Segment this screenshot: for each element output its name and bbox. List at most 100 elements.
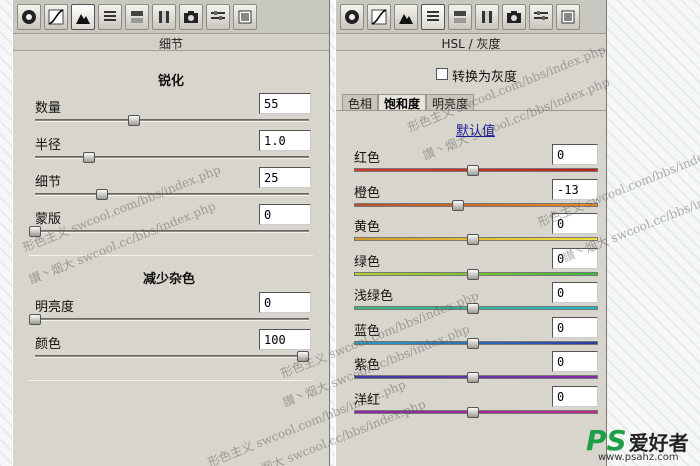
lens-icon (482, 10, 492, 23)
presets-tab-button[interactable] (206, 3, 230, 30)
hsl-tab-button[interactable] (421, 3, 445, 30)
detail-tab-button[interactable] (71, 3, 95, 30)
grayscale-checkbox[interactable] (436, 68, 448, 80)
channel-slider-thumb[interactable] (467, 372, 479, 383)
snapshot-icon (561, 10, 575, 23)
sharpen-slider-track[interactable] (35, 119, 309, 122)
presets-tab-button[interactable] (529, 3, 553, 30)
hsl-tab-button[interactable] (98, 3, 122, 30)
split-tone-tab-button[interactable] (448, 3, 472, 30)
channel-slider-thumb[interactable] (467, 234, 479, 245)
presets-icon (534, 10, 548, 20)
channel-value-field[interactable]: 0 (552, 282, 598, 303)
channel-slider-thumb[interactable] (451, 199, 464, 211)
presets-icon (211, 10, 225, 20)
noise-slider-track[interactable] (35, 355, 309, 358)
camera-icon (184, 10, 198, 23)
snapshot-tab-button[interactable] (233, 3, 257, 30)
sharpen-slider-track[interactable] (35, 193, 309, 196)
sharpen-label: 细节 (35, 175, 62, 190)
noise-slider-track[interactable] (35, 318, 309, 321)
channel-slider-thumb[interactable] (467, 337, 479, 349)
hsl-icon (104, 10, 116, 21)
channel-value-field[interactable]: 0 (552, 213, 598, 234)
sharpen-slider-thumb[interactable] (29, 226, 41, 237)
lens-icon (159, 10, 169, 23)
channel-slider-track[interactable] (354, 202, 598, 207)
channel-label: 黄色 (354, 220, 381, 235)
basic-tab-button[interactable] (17, 3, 41, 30)
hsl-icon (427, 10, 439, 21)
tab-underline (336, 110, 606, 111)
curve-icon (371, 8, 387, 25)
sharpen-value-field[interactable]: 1.0 (259, 130, 311, 151)
sharpen-slider-thumb[interactable] (82, 152, 95, 163)
hsl-panel: HSL / 灰度 转换为灰度 色相 饱和度 明亮度 默认值 红色 0 橙色 -13 黄色… (335, 0, 607, 466)
split-tone-icon (131, 10, 143, 23)
grayscale-label: 转换为灰度 (452, 70, 518, 85)
sharpen-value-field[interactable]: 0 (259, 204, 311, 225)
noise-value-field[interactable]: 0 (259, 292, 311, 313)
channel-slider-thumb[interactable] (467, 303, 479, 314)
sharpen-label: 数量 (35, 101, 62, 116)
noise-value-field[interactable]: 100 (259, 329, 311, 350)
snapshot-tab-button[interactable] (556, 3, 580, 30)
sharpen-value-field[interactable]: 25 (259, 167, 311, 188)
channel-value-field[interactable]: 0 (552, 385, 598, 407)
panel-toolbar (13, 0, 329, 34)
channel-slider-thumb[interactable] (467, 268, 479, 280)
detail-icon (399, 13, 413, 24)
channel-label: 绿色 (354, 254, 381, 270)
channel-slider-thumb[interactable] (467, 406, 479, 418)
aperture-icon (22, 9, 36, 24)
sharpen-slider-thumb[interactable] (96, 189, 108, 200)
basic-tab-button[interactable] (340, 3, 364, 30)
noise-slider-thumb[interactable] (297, 351, 309, 362)
sharpen-value-field[interactable]: 55 (259, 93, 311, 114)
panel-header: HSL / 灰度 (336, 35, 606, 51)
aperture-icon (345, 9, 359, 24)
split-tone-tab-button[interactable] (125, 3, 149, 30)
channel-label: 橙色 (354, 185, 381, 201)
sharpen-slider-track[interactable] (35, 156, 309, 159)
channel-slider-thumb[interactable] (467, 165, 479, 176)
logo-url: www.psahz.com (598, 452, 679, 463)
channel-value-field[interactable]: 0 (552, 316, 598, 338)
default-link[interactable]: 默认值 (456, 120, 495, 139)
sharpen-title: 锐化 (158, 74, 185, 89)
camera-tab-button[interactable] (179, 3, 203, 30)
sharpen-label: 半径 (35, 138, 62, 153)
sharpen-slider-track[interactable] (35, 230, 309, 233)
channel-label: 洋红 (354, 392, 381, 408)
tab-hue[interactable]: 色相 (342, 94, 379, 111)
noise-label: 明亮度 (35, 300, 75, 315)
lens-tab-button[interactable] (475, 3, 499, 30)
channel-value-field[interactable]: 0 (552, 144, 598, 165)
sharpen-label: 蒙版 (35, 212, 62, 227)
hsl-tabs: 色相 饱和度 明亮度 (342, 94, 475, 111)
panel-header: 细节 (13, 35, 329, 51)
detail-panel: 细节 锐化 数量 55 半径 1.0 细节 25 蒙版 0 减少杂色 明亮度 0 颜色 100 (12, 0, 330, 466)
curve-tab-button[interactable] (44, 3, 68, 30)
channel-value-field[interactable]: -13 (552, 178, 598, 200)
channel-value-field[interactable]: 0 (552, 247, 598, 269)
detail-icon (76, 13, 90, 24)
noise-slider-thumb[interactable] (29, 314, 41, 325)
camera-icon (507, 10, 521, 23)
sharpen-slider-thumb[interactable] (128, 115, 141, 126)
section-divider (29, 380, 313, 381)
channel-value-field[interactable]: 0 (552, 351, 598, 372)
curve-tab-button[interactable] (367, 3, 391, 30)
panel-toolbar (336, 0, 606, 34)
detail-tab-button[interactable] (394, 3, 418, 30)
noise-label: 颜色 (35, 337, 62, 352)
channel-label: 紫色 (354, 358, 381, 373)
split-tone-icon (454, 10, 466, 23)
noise-title: 减少杂色 (143, 272, 196, 287)
lens-tab-button[interactable] (152, 3, 176, 30)
section-divider (29, 255, 313, 256)
tab-luminance[interactable]: 明亮度 (426, 94, 475, 111)
tab-saturation[interactable]: 饱和度 (378, 94, 427, 111)
camera-tab-button[interactable] (502, 3, 526, 30)
snapshot-icon (238, 10, 252, 23)
